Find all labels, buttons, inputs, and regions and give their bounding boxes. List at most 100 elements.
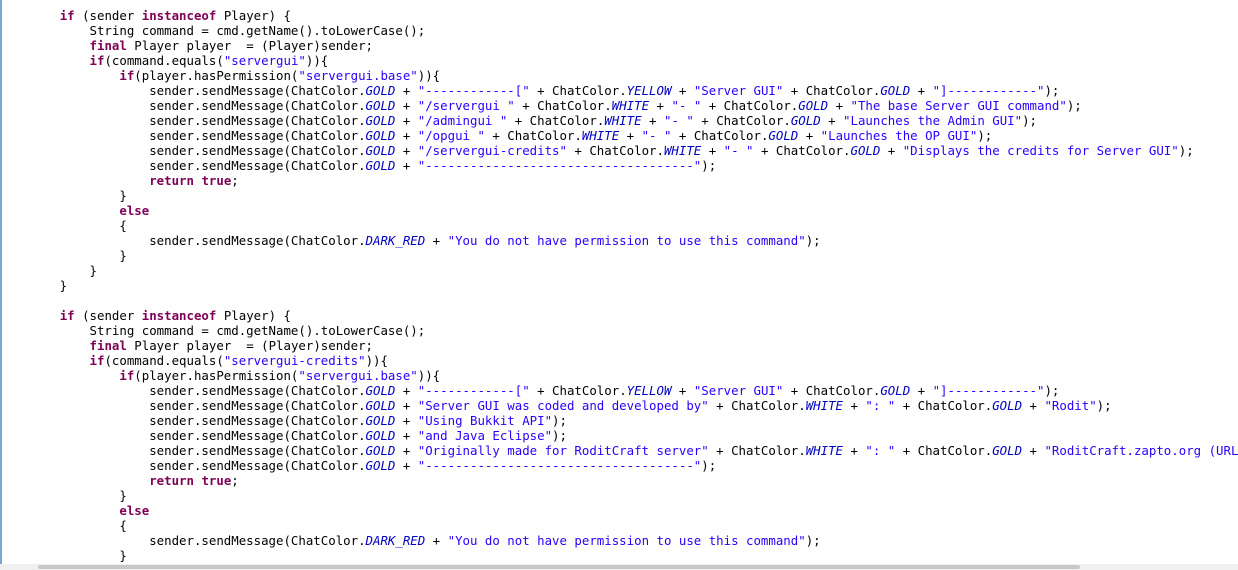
code-line[interactable]: return true; bbox=[0, 173, 1238, 188]
code-line[interactable]: return true; bbox=[0, 473, 1238, 488]
code-line[interactable]: } bbox=[0, 263, 1238, 278]
code-text: ); bbox=[1022, 113, 1038, 128]
code-line[interactable]: sender.sendMessage(ChatColor.GOLD + "---… bbox=[0, 383, 1238, 398]
code-line[interactable]: { bbox=[0, 218, 1238, 233]
code-line[interactable]: sender.sendMessage(ChatColor.GOLD + "/se… bbox=[0, 98, 1238, 113]
code-string: "Originally made for RoditCraft server" bbox=[417, 443, 709, 458]
code-string: "------------------------------------" bbox=[417, 158, 702, 173]
code-line[interactable]: sender.sendMessage(ChatColor.GOLD + "and… bbox=[0, 428, 1238, 443]
code-keyword: if bbox=[59, 8, 75, 23]
code-text: { bbox=[0, 518, 127, 533]
code-text: ); bbox=[1066, 98, 1082, 113]
code-text: sender.sendMessage(ChatColor. bbox=[0, 428, 366, 443]
code-text: + ChatColor. bbox=[701, 98, 799, 113]
code-line[interactable]: sender.sendMessage(ChatColor.DARK_RED + … bbox=[0, 233, 1238, 248]
code-line[interactable]: if(command.equals("servergui")){ bbox=[0, 53, 1238, 68]
code-text: sender.sendMessage(ChatColor. bbox=[0, 383, 366, 398]
code-field: WHITE bbox=[805, 443, 843, 458]
code-text: } bbox=[0, 548, 127, 563]
code-text: + ChatColor. bbox=[708, 443, 806, 458]
code-line[interactable]: } bbox=[0, 488, 1238, 503]
code-text: + bbox=[1022, 398, 1045, 413]
code-text: ); bbox=[805, 233, 821, 248]
code-line[interactable]: { bbox=[0, 518, 1238, 533]
code-text: + bbox=[395, 383, 418, 398]
code-line[interactable]: sender.sendMessage(ChatColor.GOLD + "Ori… bbox=[0, 443, 1238, 458]
code-line[interactable]: else bbox=[0, 203, 1238, 218]
code-string: "/opgui " bbox=[417, 128, 485, 143]
code-line[interactable]: if(player.hasPermission("servergui.base"… bbox=[0, 68, 1238, 83]
code-line[interactable]: sender.sendMessage(ChatColor.GOLD + "---… bbox=[0, 458, 1238, 473]
code-line[interactable]: sender.sendMessage(ChatColor.GOLD + "---… bbox=[0, 158, 1238, 173]
scrollbar-thumb[interactable] bbox=[38, 565, 1080, 569]
code-line[interactable]: if(command.equals("servergui-credits")){ bbox=[0, 353, 1238, 368]
code-text: )){ bbox=[305, 53, 329, 68]
code-line[interactable]: final Player player = (Player)sender; bbox=[0, 38, 1238, 53]
code-text: + ChatColor. bbox=[708, 398, 806, 413]
code-line[interactable]: } bbox=[0, 248, 1238, 263]
code-text: sender.sendMessage(ChatColor. bbox=[0, 413, 366, 428]
horizontal-scrollbar[interactable] bbox=[0, 564, 1238, 570]
code-field: GOLD bbox=[365, 128, 396, 143]
code-line[interactable] bbox=[0, 293, 1238, 308]
code-string: "Rodit" bbox=[1044, 398, 1097, 413]
code-string: "Displays the credits for Server GUI" bbox=[902, 143, 1179, 158]
code-string: "The base Server GUI command" bbox=[850, 98, 1067, 113]
code-line[interactable] bbox=[0, 0, 1238, 8]
code-line[interactable]: if (sender instanceof Player) { bbox=[0, 308, 1238, 323]
code-field: WHITE bbox=[663, 143, 702, 158]
code-field: YELLOW bbox=[626, 83, 672, 98]
code-line[interactable]: } bbox=[0, 278, 1238, 293]
code-string: "servergui" bbox=[223, 53, 306, 68]
code-text: + bbox=[395, 113, 418, 128]
code-text: + bbox=[1022, 443, 1045, 458]
code-line[interactable]: sender.sendMessage(ChatColor.DARK_RED + … bbox=[0, 533, 1238, 548]
code-text: ); bbox=[1178, 143, 1194, 158]
code-string: "------------------------------------" bbox=[417, 458, 702, 473]
code-string: "Using Bukkit API" bbox=[417, 413, 553, 428]
code-text: String command = cmd.getName().toLowerCa… bbox=[0, 23, 426, 38]
code-line[interactable]: sender.sendMessage(ChatColor.GOLD + "Usi… bbox=[0, 413, 1238, 428]
code-text: sender.sendMessage(ChatColor. bbox=[0, 143, 366, 158]
code-line[interactable]: } bbox=[0, 188, 1238, 203]
code-line[interactable]: String command = cmd.getName().toLowerCa… bbox=[0, 23, 1238, 38]
code-line[interactable]: sender.sendMessage(ChatColor.GOLD + "---… bbox=[0, 83, 1238, 98]
code-text: + bbox=[395, 83, 418, 98]
code-line[interactable]: sender.sendMessage(ChatColor.GOLD + "Ser… bbox=[0, 398, 1238, 413]
code-text: Player) { bbox=[216, 8, 291, 23]
code-text: + bbox=[843, 398, 866, 413]
code-field: GOLD bbox=[365, 158, 396, 173]
code-line[interactable]: String command = cmd.getName().toLowerCa… bbox=[0, 323, 1238, 338]
code-text: ); bbox=[977, 128, 993, 143]
code-line[interactable]: if (sender instanceof Player) { bbox=[0, 8, 1238, 23]
code-line[interactable]: sender.sendMessage(ChatColor.GOLD + "/se… bbox=[0, 143, 1238, 158]
code-line[interactable]: sender.sendMessage(ChatColor.GOLD + "/ad… bbox=[0, 113, 1238, 128]
code-text: ; bbox=[231, 473, 239, 488]
code-line[interactable]: else bbox=[0, 503, 1238, 518]
code-area[interactable]: if (sender instanceof Player) { String c… bbox=[0, 0, 1238, 570]
code-text: + bbox=[880, 143, 903, 158]
code-text: + bbox=[395, 98, 418, 113]
code-field: GOLD bbox=[992, 398, 1023, 413]
code-field: GOLD bbox=[365, 383, 396, 398]
code-line[interactable]: if(player.hasPermission("servergui.base"… bbox=[0, 368, 1238, 383]
code-field: GOLD bbox=[790, 113, 821, 128]
code-editor[interactable]: if (sender instanceof Player) { String c… bbox=[0, 0, 1238, 570]
code-keyword: final bbox=[89, 338, 127, 353]
code-line[interactable]: final Player player = (Player)sender; bbox=[0, 338, 1238, 353]
code-keyword: if bbox=[119, 68, 135, 83]
code-text: ); bbox=[1044, 383, 1060, 398]
code-field: WHITE bbox=[581, 128, 620, 143]
code-text: + bbox=[820, 113, 844, 128]
code-text: } bbox=[0, 248, 127, 263]
code-line[interactable]: } bbox=[0, 548, 1238, 563]
code-text: + bbox=[619, 128, 642, 143]
code-string: "]------------" bbox=[932, 383, 1045, 398]
code-line[interactable]: sender.sendMessage(ChatColor.GOLD + "/op… bbox=[0, 128, 1238, 143]
